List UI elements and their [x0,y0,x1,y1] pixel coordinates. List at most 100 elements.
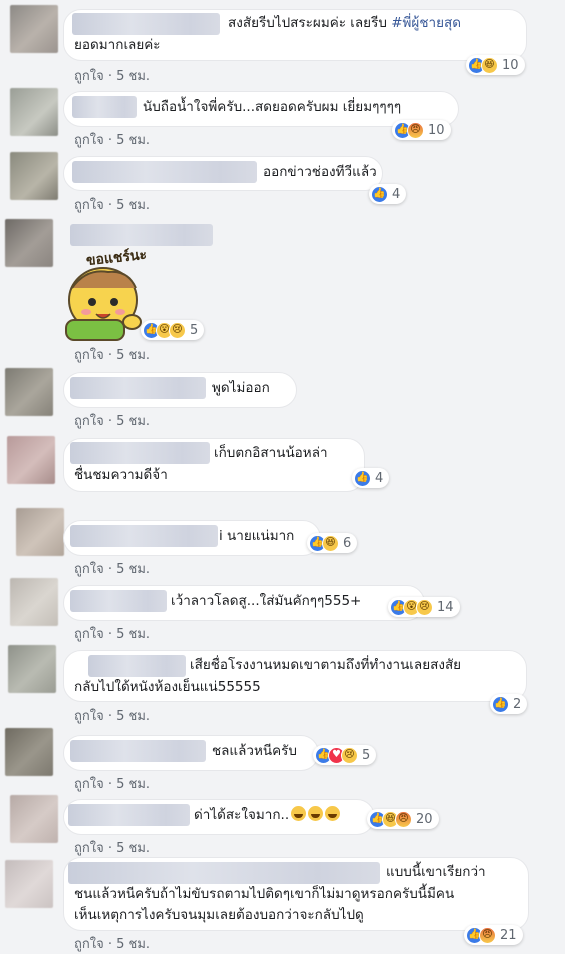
reaction-count: 5 [362,747,371,763]
timestamp[interactable]: 5 ชม. [116,198,150,213]
comment-meta: ถูกใจ · 5 ชม. [74,627,151,642]
grin-emoji-icon [308,806,324,821]
comment-meta: ถูกใจ · 5 ชม. [74,937,151,952]
like-reaction-icon: 👍 [492,695,509,713]
comment-meta: ถูกใจ · 5 ชม. [74,133,151,148]
grin-emoji-icon [291,806,307,821]
timestamp[interactable]: 5 ชม. [116,414,150,429]
reaction-summary[interactable]: 👍 😮 😢 14 [388,597,460,617]
like-link[interactable]: ถูกใจ [74,198,104,213]
reaction-count: 5 [190,322,199,338]
reaction-summary[interactable]: 👍 2 [490,694,528,714]
avatar[interactable] [8,645,56,693]
comment-text: เก็บตกอิสานน้อหล่า [214,445,328,461]
timestamp[interactable]: 5 ชม. [116,777,150,792]
commenter-name-redacted[interactable] [68,804,190,826]
comment-text: ด่าได้สะใจมาก.. [194,805,341,826]
like-link[interactable]: ถูกใจ [74,937,104,952]
comment-text: เห็นเหตุการไงครับจนมุมเลยต้องบอกว่าจะกลั… [74,907,364,923]
haha-reaction-icon: 😆 [322,534,339,552]
like-link[interactable]: ถูกใจ [74,414,104,429]
comment-text: ชนแล้วหนีครับถ้าไม่ขับรถตามไปติดๆเขาก็ไม… [74,886,455,902]
comment-meta: ถูกใจ · 5 ชม. [74,414,151,429]
like-link[interactable]: ถูกใจ [74,777,104,792]
reaction-count: 20 [416,811,433,827]
reaction-summary[interactable]: 👍 😮 😢 5 [141,320,205,340]
timestamp[interactable]: 5 ชม. [116,709,150,724]
reaction-count: 4 [375,470,384,486]
haha-reaction-icon: 😆 [481,56,498,74]
angry-reaction-icon: 😠 [395,810,412,828]
commenter-name-redacted[interactable] [72,13,220,35]
reaction-summary[interactable]: 👍 😆 6 [307,533,358,553]
sad-reaction-icon: 😢 [416,598,433,616]
avatar[interactable] [10,5,58,53]
commenter-name-redacted[interactable] [72,96,137,118]
like-link[interactable]: ถูกใจ [74,133,104,148]
commenter-name-redacted[interactable] [68,862,380,884]
reaction-count: 2 [513,696,522,712]
avatar[interactable] [10,578,58,626]
timestamp[interactable]: 5 ชม. [116,627,150,642]
reaction-summary[interactable]: 👍 ♥ 😢 5 [313,745,377,765]
avatar[interactable] [5,219,53,267]
avatar[interactable] [10,88,58,136]
commenter-name-redacted[interactable] [70,740,206,762]
avatar[interactable] [10,795,58,843]
timestamp[interactable]: 5 ชม. [116,562,150,577]
angry-reaction-icon: 😠 [479,926,496,944]
comment-text: แบบนี้เขาเรียกว่า [386,864,486,880]
grin-emoji-icon [325,806,341,821]
avatar[interactable] [5,368,53,416]
avatar[interactable] [5,860,53,908]
reaction-count: 4 [392,186,401,202]
reaction-summary[interactable]: 👍 4 [352,468,390,488]
commenter-name-redacted[interactable] [70,442,210,464]
like-link[interactable]: ถูกใจ [74,69,104,84]
comment-text: เว้าลาวโลดสู...ใส่มันคักๆๆ555+ [171,593,362,609]
comment-meta: ถูกใจ · 5 ชม. [74,777,151,792]
like-link[interactable]: ถูกใจ [74,627,104,642]
comment-text: ออกข่าวช่องทีวีแล้ว [263,164,377,180]
commenter-name-redacted[interactable] [72,161,257,183]
like-link[interactable]: ถูกใจ [74,348,104,363]
reaction-count: 14 [437,599,454,615]
timestamp[interactable]: 5 ชม. [116,841,150,856]
sad-reaction-icon: 😢 [341,746,358,764]
reaction-summary[interactable]: 👍 😆 😠 20 [367,809,439,829]
reaction-count: 21 [500,927,517,943]
comment-meta: ถูกใจ · 5 ชม. [74,562,151,577]
comment-meta: ถูกใจ · 5 ชม. [74,841,151,856]
commenter-name-redacted[interactable] [70,377,206,399]
avatar[interactable] [16,508,64,556]
comment-text: ชื่นชมความดีจ้า [74,467,168,483]
commenter-name-redacted[interactable] [70,525,218,547]
comment-text: ยอดมากเลยค่ะ [74,37,161,53]
timestamp[interactable]: 5 ชม. [116,133,150,148]
comment-meta: ถูกใจ · 5 ชม. [74,69,151,84]
comment-meta: ถูกใจ · 5 ชม. [74,198,151,213]
reaction-summary[interactable]: 👍 😆 10 [466,55,525,75]
comment-text: นับถือน้ำใจพี่ครับ...สดยอดครับผม เยี่ยมๆ… [143,99,402,115]
avatar[interactable] [10,152,58,200]
reaction-summary[interactable]: 👍 😠 10 [392,120,451,140]
like-link[interactable]: ถูกใจ [74,709,104,724]
reaction-summary[interactable]: 👍 😠 21 [464,925,523,945]
timestamp[interactable]: 5 ชม. [116,937,150,952]
angry-reaction-icon: 😠 [407,121,424,139]
timestamp[interactable]: 5 ชม. [116,69,150,84]
like-link[interactable]: ถูกใจ [74,841,104,856]
comment-text: พูดไม่ออก [212,380,270,396]
avatar[interactable] [7,436,55,484]
reaction-count: 6 [343,535,352,551]
avatar[interactable] [5,728,53,776]
like-link[interactable]: ถูกใจ [74,562,104,577]
hashtag-link[interactable]: #พี่ผู้ชายสุด [391,15,461,31]
commenter-name-redacted[interactable] [70,590,167,612]
reaction-count: 10 [428,122,445,138]
reaction-summary[interactable]: 👍 4 [369,184,407,204]
commenter-name-redacted[interactable] [88,655,186,677]
comment-text: เสียชื่อโรงงานหมดเขาตามถึงที่ทำงานเลยสงส… [190,657,462,673]
commenter-name-redacted[interactable] [70,224,213,246]
timestamp[interactable]: 5 ชม. [116,348,150,363]
